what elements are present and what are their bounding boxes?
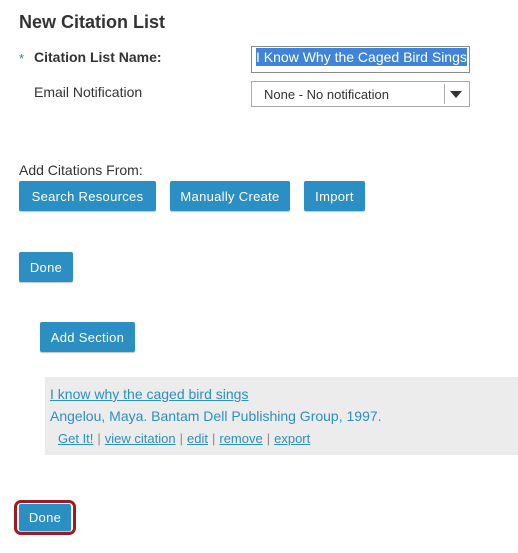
chevron-down-icon[interactable] (450, 91, 462, 98)
done-button-top[interactable]: Done (19, 252, 73, 282)
citation-title-link[interactable]: I know why the caged bird sings (50, 386, 248, 402)
citation-list-name-value: I Know Why the Caged Bird Sings (256, 48, 467, 66)
search-resources-button[interactable]: Search Resources (19, 181, 156, 211)
citation-list-name-input[interactable]: I Know Why the Caged Bird Sings (251, 46, 470, 73)
citation-actions: Get It! | view citation | edit | remove | export (58, 431, 310, 446)
citation-list-name-label: Citation List Name: (34, 49, 162, 65)
separator: | (97, 431, 101, 446)
email-notification-value: None - No notification (264, 87, 390, 102)
email-notification-select[interactable]: None - No notification (251, 81, 470, 107)
view-citation-link[interactable]: view citation (105, 431, 176, 446)
separator: | (211, 431, 216, 446)
page-title: New Citation List (19, 12, 166, 32)
citation-author-line: Angelou, Maya. Bantam Dell Publishing Gr… (50, 408, 382, 424)
separator: | (179, 431, 183, 446)
remove-link[interactable]: remove (219, 431, 262, 446)
select-divider (444, 84, 445, 104)
get-it-link[interactable]: Get It! (58, 431, 93, 446)
separator: | (266, 431, 271, 446)
done-button-bottom[interactable]: Done (19, 504, 71, 531)
add-section-button[interactable]: Add Section (40, 322, 135, 352)
export-link[interactable]: export (274, 431, 310, 446)
citation-item: I know why the caged bird sings Angelou,… (45, 377, 518, 455)
import-button[interactable]: Import (304, 181, 365, 211)
edit-link[interactable]: edit (187, 431, 208, 446)
required-marker: * (19, 51, 25, 66)
email-notification-label: Email Notification (34, 84, 143, 100)
manually-create-button[interactable]: Manually Create (170, 181, 290, 211)
add-citations-from-label: Add Citations From: (19, 162, 143, 178)
